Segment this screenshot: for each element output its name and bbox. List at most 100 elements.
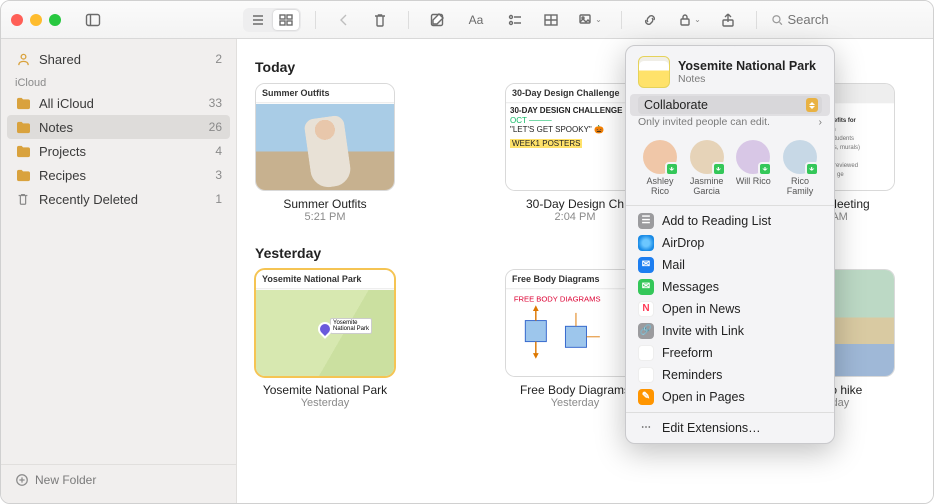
sidebar-item-recently-deleted[interactable]: Recently Deleted 1 <box>1 187 236 211</box>
share-button[interactable] <box>714 8 742 32</box>
table-button[interactable] <box>537 8 565 32</box>
folder-icon <box>15 97 31 110</box>
toggle-sidebar-button[interactable] <box>79 8 107 32</box>
lock-button[interactable]: ⌄ <box>672 8 706 32</box>
share-app-label: Mail <box>662 258 685 272</box>
sidebar-group-header: iCloud <box>1 71 236 91</box>
trash-icon <box>15 192 31 206</box>
delete-button[interactable] <box>366 8 394 32</box>
checklist-button[interactable] <box>501 8 529 32</box>
card-label: Yosemite National Park <box>255 383 395 397</box>
share-person[interactable]: Jasmine Garcia <box>685 140 729 197</box>
share-app-label: Messages <box>662 280 719 294</box>
link-button[interactable] <box>636 8 664 32</box>
close-window-button[interactable] <box>11 14 23 26</box>
new-note-button[interactable] <box>423 8 451 32</box>
search-input[interactable] <box>787 12 921 27</box>
share-person[interactable]: Will Rico <box>731 140 775 197</box>
sidebar-label: Shared <box>39 52 81 67</box>
thumb-title: Yosemite National Park <box>256 270 394 289</box>
share-app-item[interactable]: ☰ Add to Reading List <box>626 210 834 232</box>
sidebar-shared[interactable]: Shared 2 <box>1 47 236 71</box>
folder-icon <box>15 121 31 134</box>
note-card-30day-design[interactable]: 30-Day Design Challenge 30-DAY DESIGN CH… <box>505 83 645 223</box>
share-app-item[interactable]: ✎ Open in Pages <box>626 386 834 408</box>
svg-text:FREE BODY DIAGRAMS: FREE BODY DIAGRAMS <box>514 294 601 303</box>
card-time: 5:21 PM <box>255 211 395 223</box>
share-people: Ashley Rico Jasmine Garcia Will Rico Ric… <box>626 134 834 206</box>
zoom-window-button[interactable] <box>49 14 61 26</box>
share-subtitle: Notes <box>678 73 816 85</box>
app-icon: N <box>638 301 654 317</box>
share-app-label: Open in Pages <box>662 390 745 404</box>
app-icon: 🔗 <box>638 323 654 339</box>
messages-badge-icon <box>665 162 679 176</box>
share-app-label: Add to Reading List <box>662 214 771 228</box>
sidebar-count: 4 <box>215 144 222 158</box>
card-label: Summer Outfits <box>255 197 395 211</box>
share-permission-label: Only invited people can edit. <box>638 116 770 128</box>
list-view-button[interactable] <box>245 10 271 30</box>
plus-circle-icon <box>15 473 29 487</box>
thumb-title: 30-Day Design Challenge <box>506 84 644 103</box>
share-permission-row[interactable]: Only invited people can edit. › <box>626 116 834 134</box>
notes-app-icon <box>638 56 670 88</box>
note-card-summer-outfits[interactable]: Summer Outfits Summer Outfits 5:21 PM <box>255 83 395 223</box>
sidebar-count: 3 <box>215 168 222 182</box>
share-title: Yosemite National Park <box>678 59 816 73</box>
app-icon: ≡ <box>638 367 654 383</box>
share-app-item[interactable]: ≡Reminders <box>626 364 834 386</box>
avatar <box>643 140 677 174</box>
note-card-yosemite[interactable]: Yosemite National ParkYosemiteNational P… <box>255 269 395 409</box>
avatar <box>690 140 724 174</box>
sidebar-item-all-icloud[interactable]: All iCloud 33 <box>1 91 236 115</box>
share-app-item[interactable]: NOpen in News <box>626 298 834 320</box>
sidebar-item-notes[interactable]: Notes 26 <box>7 115 230 139</box>
share-app-item[interactable]: ✎Freeform <box>626 342 834 364</box>
app-icon: ✎ <box>638 389 654 405</box>
app-icon <box>638 235 654 251</box>
search-icon <box>771 13 783 27</box>
card-time: Yesterday <box>255 397 395 409</box>
sidebar-item-recipes[interactable]: Recipes 3 <box>1 163 236 187</box>
sidebar-label: Projects <box>39 144 86 159</box>
view-mode-toggle[interactable] <box>243 8 301 32</box>
share-app-item[interactable]: 🔗Invite with Link <box>626 320 834 342</box>
card-time: 2:04 PM <box>505 211 645 223</box>
gallery-view-button[interactable] <box>273 10 299 30</box>
chevron-updown-icon <box>806 98 818 112</box>
share-app-item[interactable]: ✉ Mail <box>626 254 834 276</box>
share-person[interactable]: Ashley Rico <box>638 140 682 197</box>
back-button[interactable] <box>330 8 358 32</box>
card-time: Yesterday <box>505 397 645 409</box>
edit-extensions-item[interactable]: ⋯ Edit Extensions… <box>626 417 834 439</box>
note-card-free-body[interactable]: Free Body Diagrams FREE BODY DIAGRAMS Fr… <box>505 269 645 409</box>
share-mode-label: Collaborate <box>640 96 712 114</box>
sidebar-label: Recipes <box>39 168 86 183</box>
sidebar-item-projects[interactable]: Projects 4 <box>1 139 236 163</box>
thumb-title: Free Body Diagrams <box>506 270 644 289</box>
avatar <box>783 140 817 174</box>
share-person[interactable]: Rico Family <box>778 140 822 197</box>
share-app-item[interactable]: AirDrop <box>626 232 834 254</box>
extensions-icon: ⋯ <box>638 420 654 436</box>
share-app-label: Freeform <box>662 346 713 360</box>
sidebar-label: Notes <box>39 120 73 135</box>
avatar <box>736 140 770 174</box>
app-icon: ✉ <box>638 279 654 295</box>
share-app-list: ☰ Add to Reading List AirDrop ✉ Mail ✉ Message… <box>626 206 834 413</box>
app-icon: ☰ <box>638 213 654 229</box>
chevron-right-icon: › <box>819 116 823 128</box>
share-mode-dropdown[interactable]: Collaborate <box>630 94 830 116</box>
format-button[interactable]: Aa <box>459 8 493 32</box>
share-app-item[interactable]: ✉ Messages <box>626 276 834 298</box>
minimize-window-button[interactable] <box>30 14 42 26</box>
search-field[interactable] <box>771 12 921 27</box>
app-icon: ✉ <box>638 257 654 273</box>
share-app-label: AirDrop <box>662 236 704 250</box>
sidebar-count: 26 <box>209 120 222 134</box>
sidebar: Shared 2 iCloud All iCloud 33 Notes 26 P… <box>1 39 237 503</box>
new-folder-button[interactable]: New Folder <box>1 464 236 495</box>
shared-icon <box>15 52 31 67</box>
media-button[interactable]: ⌄ <box>573 8 607 32</box>
